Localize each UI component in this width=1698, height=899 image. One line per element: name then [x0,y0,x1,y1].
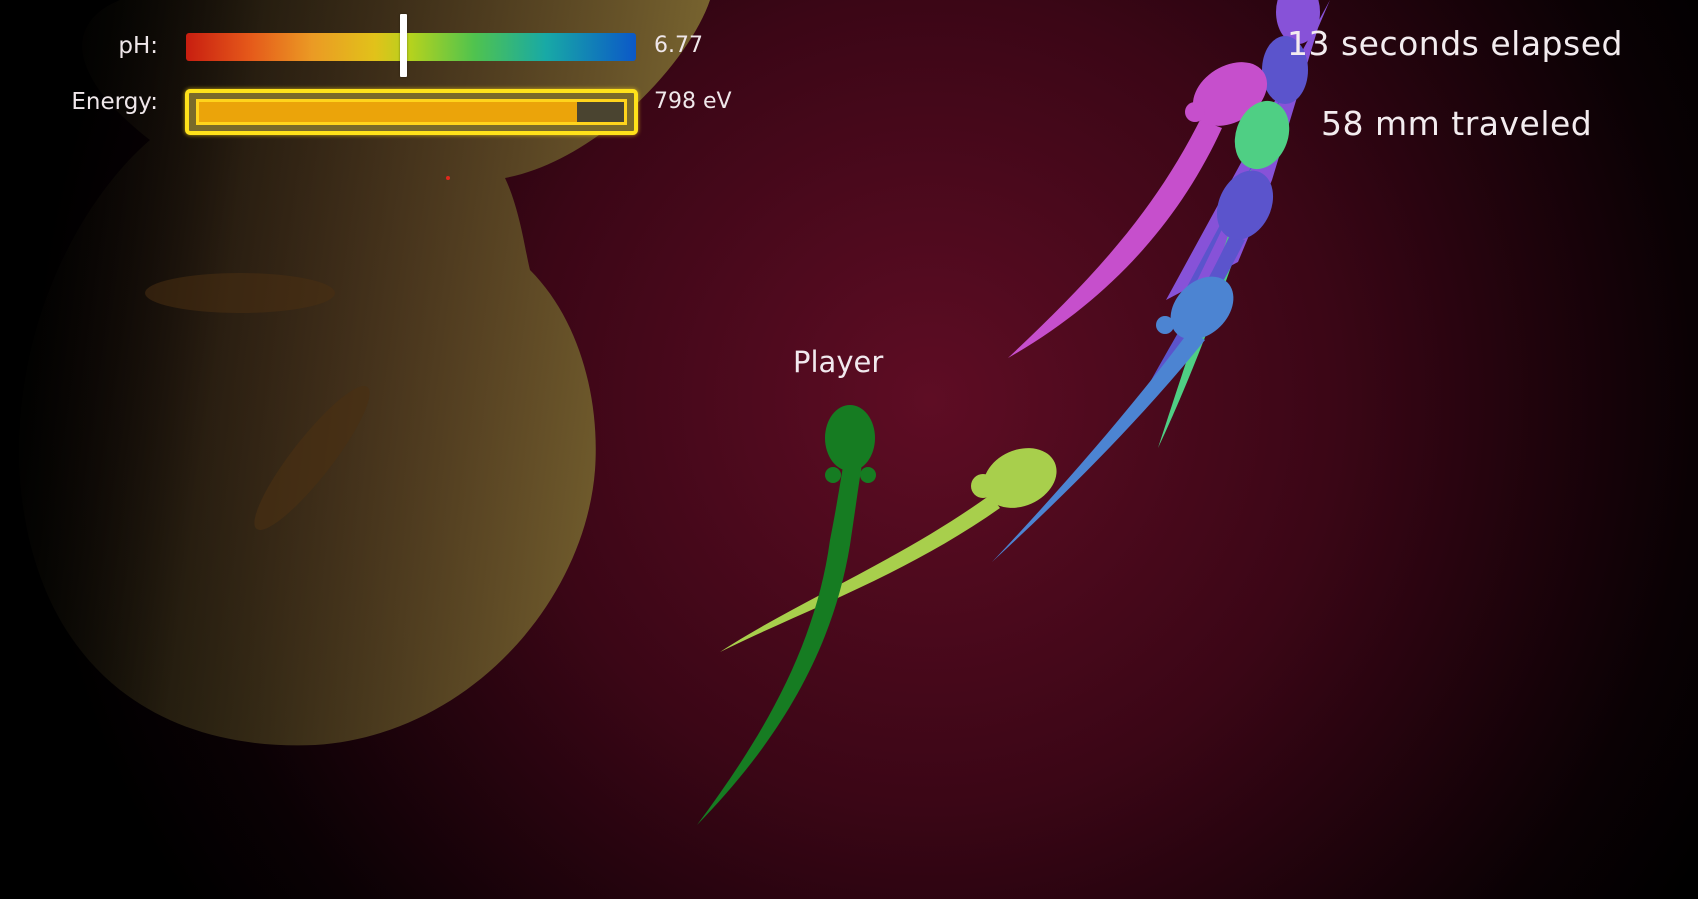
energy-track [196,99,627,125]
cell-organelle [145,273,335,313]
energy-value: 798 eV [654,89,732,114]
particle [446,176,450,180]
energy-meter [185,89,638,135]
energy-label: Energy: [71,89,158,115]
ph-meter [186,33,636,61]
ph-label: pH: [118,33,158,59]
energy-fill [199,102,578,122]
player-label: Player [793,345,884,379]
time-elapsed: 13 seconds elapsed [1287,24,1623,63]
ph-indicator [400,14,408,77]
ph-value: 6.77 [654,33,703,58]
distance-traveled: 58 mm traveled [1321,104,1593,143]
